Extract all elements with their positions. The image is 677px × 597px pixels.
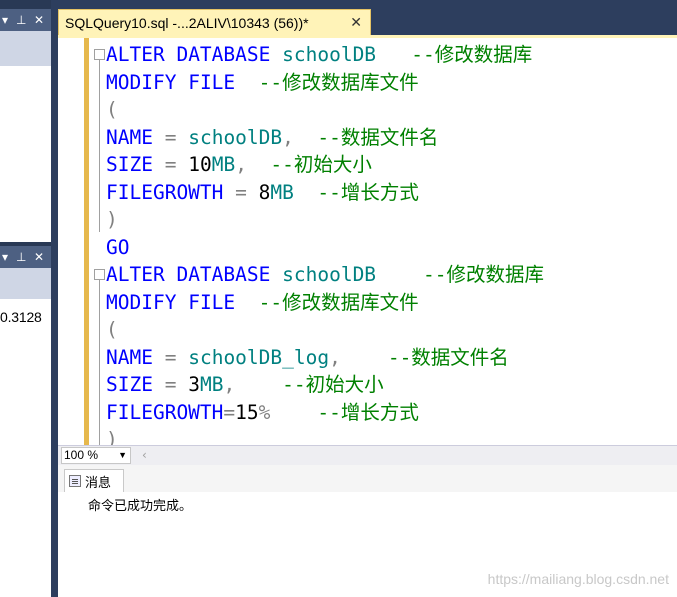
results-tabs: 消息 [58, 465, 677, 493]
close-icon[interactable]: ✕ [32, 13, 46, 27]
code-line: ) [106, 208, 118, 231]
code-line: NAME = schoolDB, --数据文件名 [106, 125, 439, 149]
dropdown-arrow-icon[interactable]: ▾ [0, 13, 10, 27]
code-line: ( [106, 318, 118, 341]
zoom-value: 100 % [64, 448, 99, 462]
close-icon[interactable]: ✕ [32, 250, 46, 264]
watermark: https://mailiang.blog.csdn.net [487, 571, 669, 587]
properties-header: ▾ ⊥ ✕ [0, 246, 51, 268]
code-line: SIZE = 10MB, --初始大小 [106, 153, 372, 176]
scroll-left-icon[interactable]: ‹ [142, 448, 147, 462]
code-line: FILEGROWTH=15% --增长方式 [106, 400, 419, 424]
code-line: FILEGROWTH = 8MB --增长方式 [106, 180, 419, 204]
code-line: MODIFY FILE --修改数据库文件 [106, 70, 419, 94]
left-dock: ▾ ⊥ ✕ ▾ ⊥ ✕ 0.3128 [0, 0, 51, 597]
tab-sqlquery10[interactable]: SQLQuery10.sql -...2ALIV\10343 (56))* ✕ [58, 9, 371, 35]
collapse-icon[interactable] [94, 269, 105, 280]
object-explorer-toolbar [0, 31, 51, 66]
properties-toolbar [0, 268, 51, 299]
zoom-bar: 100 % ▼ ‹ [58, 445, 677, 466]
dropdown-arrow-icon[interactable]: ▾ [0, 250, 10, 264]
chevron-down-icon: ▼ [118, 450, 127, 460]
object-explorer-body [0, 66, 51, 242]
properties-body [0, 299, 51, 597]
fold-guide [99, 60, 100, 232]
close-icon[interactable]: ✕ [350, 14, 362, 31]
zoom-select[interactable]: 100 % ▼ [61, 447, 131, 464]
collapse-icon[interactable] [94, 49, 105, 60]
query-editor[interactable]: ALTER DATABASE schoolDB --修改数据库 MODIFY FI… [58, 38, 677, 445]
messages-icon [69, 475, 81, 487]
object-explorer-header: ▾ ⊥ ✕ [0, 9, 51, 31]
code-line: ) [106, 428, 118, 445]
code-text[interactable]: ALTER DATABASE schoolDB --修改数据库 MODIFY FI… [106, 41, 544, 445]
code-line: NAME = schoolDB_log, --数据文件名 [106, 345, 509, 369]
code-line: SIZE = 3MB, --初始大小 [106, 373, 384, 396]
result-message: 命令已成功完成。 [88, 499, 193, 514]
code-line: ( [106, 98, 118, 121]
results-body: 命令已成功完成。 https://mailiang.blog.csdn.net [58, 492, 677, 597]
pin-icon[interactable]: ⊥ [16, 13, 26, 27]
code-line: GO [106, 235, 130, 259]
tab-title: SQLQuery10.sql -...2ALIV\10343 (56))* [65, 14, 309, 31]
tab-messages[interactable]: 消息 [64, 469, 124, 492]
code-line: ALTER DATABASE schoolDB --修改数据库 [106, 263, 544, 286]
properties-value: 0.3128 [0, 309, 42, 325]
pin-icon[interactable]: ⊥ [16, 250, 26, 264]
code-line: ALTER DATABASE schoolDB --修改数据库 [106, 43, 533, 66]
change-margin [84, 38, 89, 445]
tab-messages-label: 消息 [85, 475, 112, 491]
fold-guide [99, 280, 100, 445]
code-line: MODIFY FILE --修改数据库文件 [106, 290, 419, 314]
